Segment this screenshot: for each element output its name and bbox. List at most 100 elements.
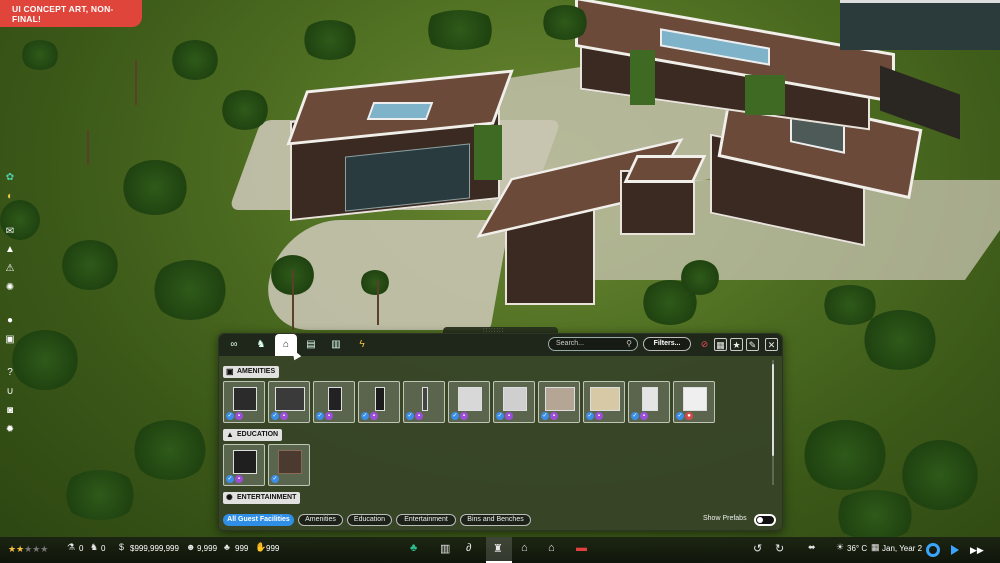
category-badge-icon: ▪: [370, 412, 378, 420]
check-badge-icon: ✓: [676, 412, 684, 420]
star-rating-icon: ★★★★★: [8, 544, 49, 554]
list-item[interactable]: ✓ ▪: [268, 381, 310, 423]
check-badge-icon: ✓: [496, 412, 504, 420]
guests-value: 9,999: [197, 544, 218, 553]
dna-icon[interactable]: ✿: [3, 172, 17, 184]
category-badge-icon: ▪: [550, 412, 558, 420]
status-bar: ★★★★★ ⚗ 0 ♞ 0 $ $999,999,999 ☻ 9,999 ♣ 9…: [0, 537, 1000, 563]
mail-icon[interactable]: ✉: [3, 226, 17, 238]
list-item[interactable]: ✓ ▪: [313, 381, 355, 423]
list-item[interactable]: ✓: [268, 444, 310, 486]
tab-amenities[interactable]: Amenities: [298, 514, 343, 526]
category-badge-icon: ▪: [235, 475, 243, 483]
section-title: ENTERTAINMENT: [237, 494, 297, 501]
money-icon: $: [119, 542, 125, 552]
rating-icon: ✋: [255, 542, 267, 552]
category-badge-icon: ▪: [235, 412, 243, 420]
graduation-cap-icon: ▲: [226, 430, 234, 439]
close-icon[interactable]: ✕: [765, 338, 778, 351]
park-icon[interactable]: ⌂: [548, 542, 555, 554]
search-placeholder: Search...: [556, 340, 585, 347]
section-amenities: ▣ AMENITIES: [223, 366, 280, 378]
gear-icon[interactable]: ✺: [3, 282, 17, 294]
pause-ring-icon[interactable]: [926, 543, 940, 557]
temperature-value: 36° C: [847, 544, 868, 553]
section-title: EDUCATION: [237, 431, 279, 438]
build-icon[interactable]: ♜: [493, 542, 503, 555]
category-badge-icon: ▪: [280, 412, 288, 420]
check-badge-icon: ✓: [406, 412, 414, 420]
category-badge-icon: ▪: [325, 412, 333, 420]
undo-icon[interactable]: ↺: [753, 542, 762, 555]
category-tabs: All Guest Facilities Amenities Education…: [219, 510, 782, 531]
category-badge-icon: ▪: [460, 412, 468, 420]
play-icon[interactable]: [951, 545, 959, 555]
facility-icon[interactable]: ⌂: [521, 542, 528, 554]
camera-icon[interactable]: ◙: [3, 405, 17, 417]
staff-count: 0: [79, 544, 84, 553]
star-icon[interactable]: ★: [730, 338, 743, 351]
date-value: Jan, Year 2: [882, 544, 923, 553]
document-icon[interactable]: ▣: [3, 334, 17, 346]
tab-building-icon[interactable]: ▤: [301, 337, 321, 353]
dinosaur-icon[interactable]: ∂: [466, 542, 471, 554]
grid-icon[interactable]: ▦: [714, 338, 727, 351]
tab-dinosaur-icon[interactable]: ♞: [251, 337, 271, 353]
list-item[interactable]: ✓ ▪: [403, 381, 445, 423]
tab-building-alt-icon[interactable]: ▥: [326, 337, 346, 353]
scrollbar[interactable]: [772, 364, 774, 456]
search-input[interactable]: Search... ⚲: [548, 337, 638, 351]
list-item[interactable]: ✓ ▪: [223, 444, 265, 486]
cycle-icon[interactable]: ◐: [3, 191, 17, 203]
section-entertainment: ✺ ENTERTAINMENT: [223, 492, 301, 504]
list-item[interactable]: ✓ ▪: [223, 381, 265, 423]
dino-count: 0: [101, 544, 106, 553]
tab-all-guest-facilities[interactable]: All Guest Facilities: [223, 514, 294, 526]
ferris-wheel-icon: ✺: [226, 493, 233, 502]
list-item[interactable]: ✓ ▪: [628, 381, 670, 423]
help-icon[interactable]: ?: [3, 367, 17, 379]
list-item[interactable]: ✓ ▪: [493, 381, 535, 423]
check-badge-icon: ✓: [316, 412, 324, 420]
search-icon: ⚲: [626, 339, 632, 348]
list-item[interactable]: ✓ ▪: [358, 381, 400, 423]
check-badge-icon: ✓: [226, 412, 234, 420]
dinosaur-icon: ♞: [90, 542, 99, 552]
category-badge-icon: ▪: [595, 412, 603, 420]
mouse-icon[interactable]: ●: [3, 315, 17, 327]
tab-education[interactable]: Education: [347, 514, 392, 526]
magnet-icon[interactable]: ∪: [3, 386, 17, 398]
tab-infinity-icon[interactable]: ∞: [224, 337, 244, 353]
tab-entertainment[interactable]: Entertainment: [396, 514, 456, 526]
bell-icon[interactable]: ▲: [3, 244, 17, 256]
weather-icon: ☀: [836, 542, 845, 552]
show-prefabs-toggle[interactable]: [754, 514, 776, 526]
money-value: $999,999,999: [130, 544, 179, 553]
guests-icon: ☻: [186, 542, 196, 552]
transport-icon: ♣: [224, 542, 230, 552]
no-icon[interactable]: ⊘: [698, 338, 711, 351]
list-item[interactable]: ✓ ●: [673, 381, 715, 423]
filters-button[interactable]: Filters...: [643, 337, 691, 351]
camera-mode-icon[interactable]: ⬌: [808, 542, 816, 553]
tree-icon[interactable]: ♣: [410, 542, 417, 554]
redo-icon[interactable]: ↻: [775, 542, 784, 555]
section-education: ▲ EDUCATION: [223, 429, 283, 441]
settings-icon[interactable]: ✹: [3, 424, 17, 436]
research-icon[interactable]: ▬: [576, 542, 587, 554]
tab-bins-and-benches[interactable]: Bins and Benches: [460, 514, 531, 526]
list-item[interactable]: ✓ ▪: [538, 381, 580, 423]
fast-forward-icon[interactable]: ▶▶: [970, 545, 984, 556]
pin-icon[interactable]: ✎: [746, 338, 759, 351]
shop-icon: ▣: [226, 367, 234, 376]
warning-icon[interactable]: ⚠: [3, 263, 17, 275]
list-item[interactable]: ✓ ▪: [448, 381, 490, 423]
section-title: AMENITIES: [237, 368, 276, 375]
stat4-value: 999: [266, 544, 280, 553]
list-item[interactable]: ✓ ▪: [583, 381, 625, 423]
check-badge-icon: ✓: [541, 412, 549, 420]
build-panel: ∞ ♞ ⌂ ▤ ▥ ϟ Search... ⚲ Filters... ⊘ ▦ ★…: [218, 333, 783, 531]
location-badge-icon: ●: [685, 412, 693, 420]
tab-power-icon[interactable]: ϟ: [352, 337, 372, 353]
wall-icon[interactable]: ▥: [440, 542, 450, 555]
